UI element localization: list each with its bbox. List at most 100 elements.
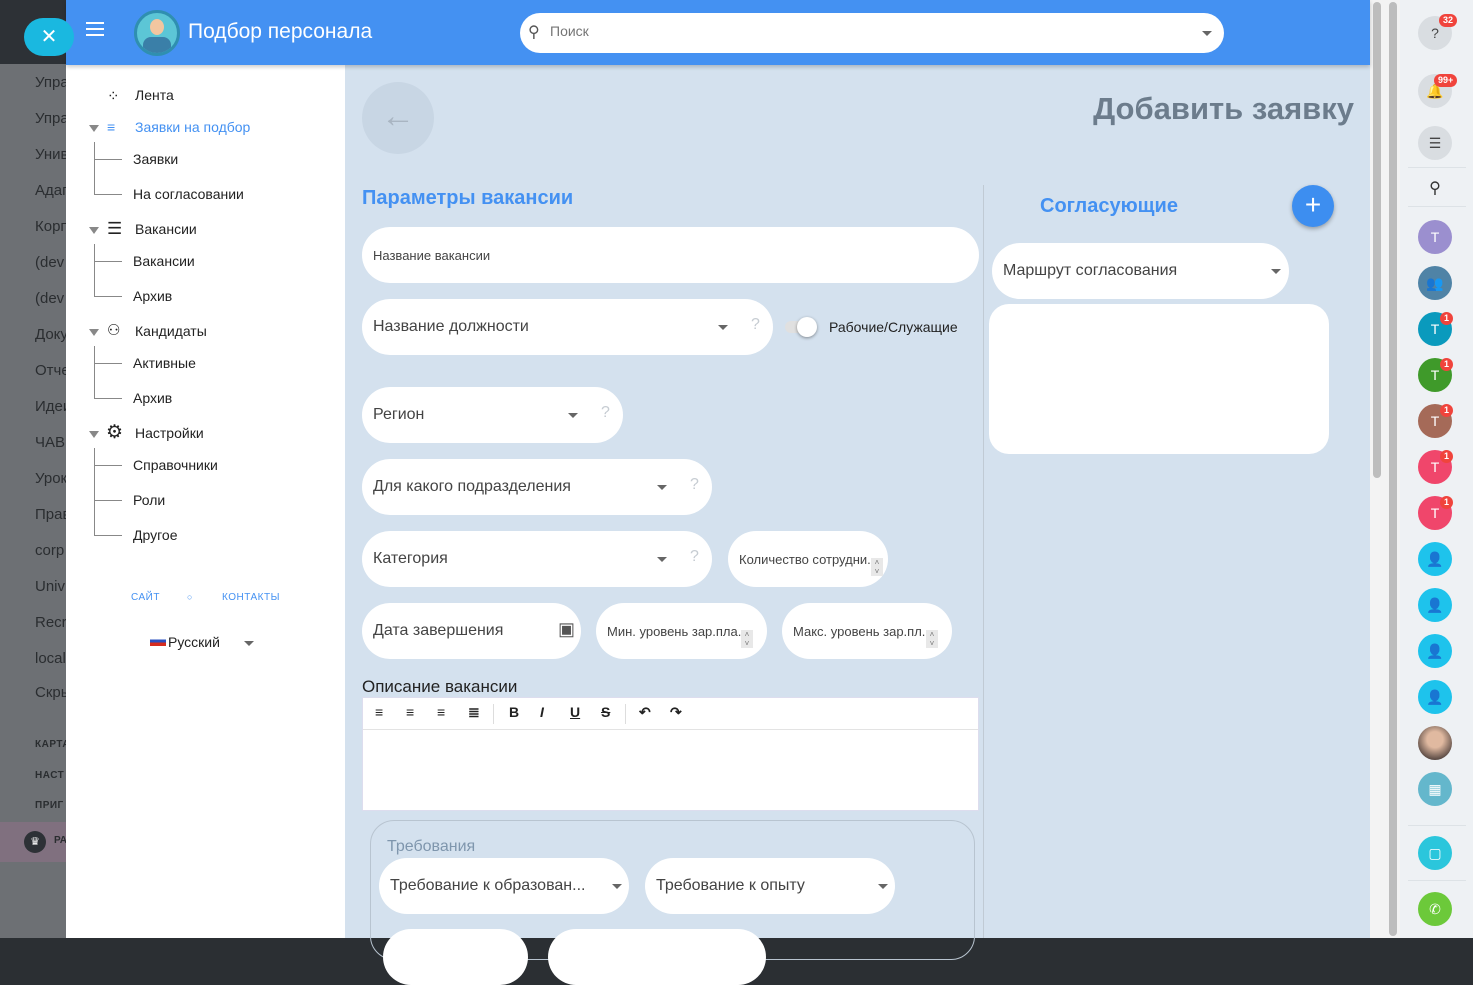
search-box[interactable]: ⚲ <box>520 13 1224 53</box>
group-chat-icon[interactable]: 👥 <box>1418 266 1452 300</box>
sidebar-item-requests[interactable]: Заявки на подбор <box>135 119 250 135</box>
help-icon[interactable]: ? <box>690 476 699 494</box>
bg-menu-item[interactable]: Упра <box>35 74 66 91</box>
category-select[interactable]: Категория? <box>362 531 712 587</box>
chat-list-icon[interactable]: ☰ <box>1418 126 1452 160</box>
strikethrough-icon[interactable]: S <box>601 704 610 720</box>
field-label: Категория <box>373 550 448 567</box>
help-icon[interactable]: ? <box>751 316 760 334</box>
bg-menu-item[interactable]: corp <box>35 542 64 559</box>
position-select[interactable]: Название должности? <box>362 299 773 355</box>
bg-menu-item[interactable]: (dev <box>35 290 64 307</box>
bg-menu-item[interactable]: (dev <box>35 254 64 271</box>
end-date-input[interactable]: Дата завершения ▣ <box>362 603 581 659</box>
sidebar-subitem[interactable]: Архив <box>133 390 172 406</box>
pending-user-icon[interactable]: 👤 <box>1418 542 1452 576</box>
number-spinner[interactable]: ˄ ˅ <box>741 630 753 648</box>
requirement-field[interactable] <box>383 929 528 985</box>
bg-menu-item[interactable]: Корп <box>35 218 66 235</box>
education-select[interactable]: Требование к образован... <box>379 858 629 914</box>
calendar-icon[interactable]: ▣ <box>558 619 575 640</box>
requirement-field[interactable] <box>548 929 766 985</box>
bg-caption[interactable]: НАСТ <box>35 770 64 781</box>
pending-user-icon[interactable]: 👤 <box>1418 680 1452 714</box>
bg-menu-item[interactable]: Отче <box>35 362 66 379</box>
sidebar-subitem[interactable]: Справочники <box>133 457 218 473</box>
chevron-down-icon[interactable] <box>244 641 254 646</box>
close-menu-button[interactable]: ✕ <box>24 18 74 56</box>
bg-menu-item[interactable]: Доку <box>35 326 66 343</box>
italic-icon[interactable]: I <box>540 704 544 720</box>
hamburger-menu-icon[interactable] <box>86 22 104 36</box>
sidebar-item-settings[interactable]: Настройки <box>135 425 204 441</box>
help-icon[interactable]: ? <box>690 548 699 566</box>
bg-caption[interactable]: КАРТА <box>35 739 66 750</box>
workers-toggle[interactable] <box>785 317 817 337</box>
scrollbar-thumb[interactable] <box>1389 2 1397 936</box>
pending-user-icon[interactable]: 👤 <box>1418 588 1452 622</box>
sidebar-subitem[interactable]: На согласовании <box>133 186 244 202</box>
vacancy-name-input[interactable]: Название вакансии <box>362 227 979 283</box>
bg-menu-item[interactable]: Урок <box>35 470 66 487</box>
description-editor[interactable]: ≡ ≡ ≡ ≣ B I U S ↶ ↷ <box>362 697 979 811</box>
contacts-link[interactable]: КОНТАКТЫ <box>222 592 280 603</box>
add-approver-button[interactable]: + <box>1292 185 1334 227</box>
search-input[interactable] <box>550 23 1170 39</box>
align-left-icon[interactable]: ≡ <box>375 704 383 720</box>
user-photo-avatar[interactable] <box>1418 726 1452 760</box>
sidebar-subitem[interactable]: Активные <box>133 355 196 371</box>
number-spinner[interactable]: ˄ ˅ <box>871 558 883 576</box>
pending-user-icon[interactable]: 👤 <box>1418 634 1452 668</box>
sidebar-subitem[interactable]: Заявки <box>133 151 178 167</box>
max-salary-input[interactable]: Макс. уровень зар.пл... ˄ ˅ <box>782 603 952 659</box>
site-link[interactable]: САЙТ <box>131 592 160 603</box>
bg-menu-item[interactable]: local <box>35 650 66 667</box>
bg-menu-item[interactable]: Адап <box>35 182 66 199</box>
approval-route-select[interactable]: Маршрут согласования <box>992 243 1289 299</box>
sidebar-item-feed[interactable]: Лента <box>135 87 174 103</box>
bg-menu-item[interactable]: Univ <box>35 578 65 595</box>
bg-caption[interactable]: ПРИГ <box>35 800 64 811</box>
premium-item[interactable]: ♛ РА <box>0 822 66 862</box>
language-select[interactable]: Русский <box>168 634 220 650</box>
chat-avatar[interactable]: Т <box>1418 220 1452 254</box>
bg-menu-item[interactable]: Скры <box>35 684 66 701</box>
bg-menu-item[interactable]: ЧАВ <box>35 434 65 451</box>
sidebar-subitem[interactable]: Вакансии <box>133 253 195 269</box>
min-salary-input[interactable]: Мин. уровень зар.пла... ˄ ˅ <box>596 603 767 659</box>
number-spinner[interactable]: ˄ ˅ <box>926 630 938 648</box>
sidebar-subitem[interactable]: Другое <box>133 527 177 543</box>
expand-triangle-icon[interactable] <box>89 329 99 336</box>
experience-select[interactable]: Требование к опыту <box>645 858 895 914</box>
employee-count-input[interactable]: Количество сотрудни... ˄ ˅ <box>728 531 888 587</box>
align-justify-icon[interactable]: ≣ <box>468 704 480 721</box>
sidebar-item-candidates[interactable]: Кандидаты <box>135 323 207 339</box>
department-select[interactable]: Для какого подразделения? <box>362 459 712 515</box>
redo-icon[interactable]: ↷ <box>670 704 682 721</box>
region-select[interactable]: Регион? <box>362 387 623 443</box>
chevron-down-icon[interactable] <box>1202 31 1212 36</box>
sidebar-subitem[interactable]: Архив <box>133 288 172 304</box>
sidebar-subitem[interactable]: Роли <box>133 492 165 508</box>
expand-triangle-icon[interactable] <box>89 431 99 438</box>
undo-icon[interactable]: ↶ <box>639 704 651 721</box>
help-icon[interactable]: ? <box>601 404 610 422</box>
expand-triangle-icon[interactable] <box>89 125 99 132</box>
screen-share-icon[interactable]: ▢ <box>1418 836 1452 870</box>
bg-menu-item[interactable]: Recr <box>35 614 66 631</box>
align-right-icon[interactable]: ≡ <box>437 704 445 720</box>
expand-triangle-icon[interactable] <box>89 227 99 234</box>
bold-icon[interactable]: B <box>509 704 519 720</box>
scrollbar-thumb[interactable] <box>1373 2 1381 478</box>
underline-icon[interactable]: U <box>570 704 580 720</box>
bg-menu-item[interactable]: Упра <box>35 110 66 127</box>
sidebar-item-vacancies[interactable]: Вакансии <box>135 221 197 237</box>
bg-menu-item[interactable]: Идеи <box>35 398 66 415</box>
bg-menu-item[interactable]: Прав <box>35 506 66 523</box>
bg-menu-item[interactable]: Унив <box>35 146 66 163</box>
align-center-icon[interactable]: ≡ <box>406 704 414 720</box>
back-button[interactable]: ← <box>362 82 434 154</box>
search-icon[interactable]: ⚲ <box>1418 172 1452 206</box>
calendar-icon[interactable]: ▦ <box>1418 772 1452 806</box>
phone-icon[interactable]: ✆ <box>1418 892 1452 926</box>
